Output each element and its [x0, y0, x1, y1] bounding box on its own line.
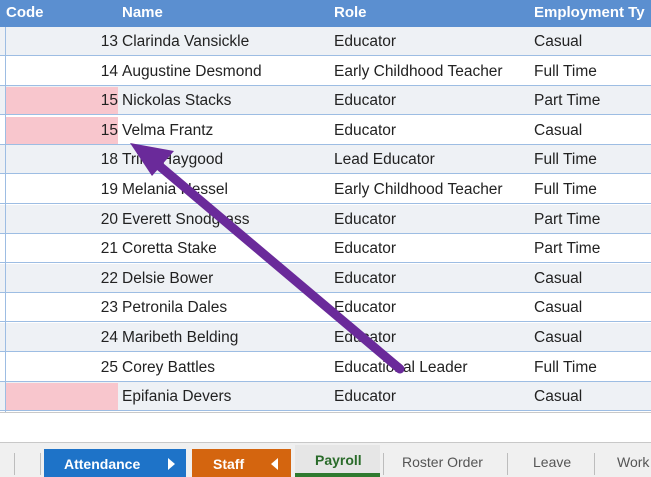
cell-role[interactable]: Educator — [334, 329, 396, 347]
cell-role[interactable]: Educator — [334, 270, 396, 288]
table-row[interactable]: 13 Clarinda Vansickle Educator Casual — [0, 27, 651, 56]
tab-staff[interactable]: Staff — [192, 449, 291, 477]
tab-separator — [40, 453, 41, 475]
cell-employment-type[interactable]: Full Time — [534, 151, 597, 169]
cell-name[interactable]: Trina Haygood — [122, 151, 223, 169]
cell-employment-type[interactable]: Part Time — [534, 240, 600, 258]
triangle-right-icon — [168, 458, 175, 470]
cell-employment-type[interactable]: Casual — [534, 299, 582, 317]
cell-code[interactable]: 25 — [6, 359, 118, 377]
cell-role[interactable]: Educator — [334, 299, 396, 317]
sheet-tab-bar: Attendance Staff Payroll Roster Order Le… — [0, 442, 651, 477]
tab-attendance[interactable]: Attendance — [44, 449, 186, 477]
tab-staff-label: Staff — [213, 456, 245, 472]
tab-payroll-label: Payroll — [315, 452, 362, 468]
table-row[interactable]: 15 Velma Frantz Educator Casual — [0, 115, 651, 145]
cell-code[interactable]: 19 — [6, 181, 118, 199]
grid-left-border — [5, 27, 6, 412]
tab-separator — [383, 453, 384, 475]
header-role[interactable]: Role — [334, 4, 367, 21]
cell-name[interactable]: Coretta Stake — [122, 240, 217, 258]
cell-role[interactable]: Educational Leader — [334, 359, 468, 377]
cell-code[interactable]: 21 — [6, 240, 118, 258]
cell-role[interactable]: Educator — [334, 33, 396, 51]
cell-code[interactable]: 22 — [6, 270, 118, 288]
tab-attendance-label: Attendance — [64, 456, 141, 472]
tab-payroll[interactable]: Payroll — [295, 445, 380, 477]
cell-employment-type[interactable]: Full Time — [534, 181, 597, 199]
cell-name[interactable]: Corey Battles — [122, 359, 215, 377]
cell-role[interactable]: Educator — [334, 211, 396, 229]
tab-leave-label: Leave — [533, 454, 572, 470]
cell-name[interactable]: Delsie Bower — [122, 270, 213, 288]
cell-employment-type[interactable]: Casual — [534, 33, 582, 51]
header-code[interactable]: Code — [6, 4, 44, 21]
cell-name[interactable]: Velma Frantz — [122, 122, 213, 140]
table-header-row: Code Name Role Employment Ty — [0, 0, 651, 27]
tab-roster-order-label: Roster Order — [402, 454, 483, 470]
header-name[interactable]: Name — [122, 4, 163, 21]
cell-name[interactable]: Maribeth Belding — [122, 329, 238, 347]
table-row[interactable]: 19 Melania Hessel Early Childhood Teacher F… — [0, 175, 651, 204]
cell-name[interactable]: Epifania Devers — [122, 388, 231, 406]
cell-employment-type[interactable]: Part Time — [534, 92, 600, 110]
triangle-left-icon — [271, 458, 278, 470]
tab-separator — [594, 453, 595, 475]
tab-separator — [507, 453, 508, 475]
cell-name[interactable]: Augustine Desmond — [122, 63, 262, 81]
table-row[interactable]: 18 Trina Haygood Lead Educator Full Time — [0, 145, 651, 175]
spreadsheet-grid: Code Name Role Employment Ty 13 Clarinda … — [0, 0, 651, 414]
table-row[interactable]: 21 Coretta Stake Educator Part Time — [0, 234, 651, 264]
tab-separator — [14, 453, 15, 475]
cell-employment-type[interactable]: Casual — [534, 329, 582, 347]
cell-name[interactable]: Petronila Dales — [122, 299, 227, 317]
cell-code[interactable]: 13 — [6, 33, 118, 51]
table-row[interactable]: 14 Augustine Desmond Early Childhood Teach… — [0, 56, 651, 86]
cell-name[interactable]: Everett Snodgrass — [122, 211, 250, 229]
cell-role[interactable]: Educator — [334, 388, 396, 406]
cell-role[interactable]: Educator — [334, 240, 396, 258]
tab-work-label: Work — [617, 454, 650, 470]
cell-code[interactable]: 14 — [6, 63, 118, 81]
cell-role[interactable]: Lead Educator — [334, 151, 435, 169]
cell-employment-type[interactable]: Full Time — [534, 359, 597, 377]
cell-name[interactable]: Nickolas Stacks — [122, 92, 231, 110]
cell-name[interactable]: Clarinda Vansickle — [122, 33, 249, 51]
cell-code[interactable]: 15 — [6, 92, 118, 110]
cell-role[interactable]: Educator — [334, 92, 396, 110]
cell-employment-type[interactable]: Full Time — [534, 63, 597, 81]
table-row[interactable]: 22 Delsie Bower Educator Casual — [0, 263, 651, 293]
cell-code[interactable]: 15 — [6, 122, 118, 140]
cell-employment-type[interactable]: Part Time — [534, 211, 600, 229]
flag-highlight — [6, 383, 118, 411]
table-row[interactable]: 15 Nickolas Stacks Educator Part Time — [0, 86, 651, 116]
table-row[interactable]: Epifania Devers Educator Casual — [0, 382, 651, 412]
cell-role[interactable]: Early Childhood Teacher — [334, 63, 503, 81]
header-employment-type[interactable]: Employment Ty — [534, 4, 645, 21]
cell-employment-type[interactable]: Casual — [534, 122, 582, 140]
cell-code[interactable]: 20 — [6, 211, 118, 229]
table-row[interactable]: 20 Everett Snodgrass Educator Part Time — [0, 204, 651, 234]
cell-employment-type[interactable]: Casual — [534, 388, 582, 406]
cell-role[interactable]: Educator — [334, 122, 396, 140]
table-row[interactable]: 23 Petronila Dales Educator Casual — [0, 293, 651, 323]
table-row[interactable]: 25 Corey Battles Educational Leader Full Ti… — [0, 352, 651, 382]
empty-sheet-area[interactable] — [0, 412, 651, 443]
cell-role[interactable]: Early Childhood Teacher — [334, 181, 503, 199]
cell-code[interactable]: 23 — [6, 299, 118, 317]
cell-name[interactable]: Melania Hessel — [122, 181, 228, 199]
table-row[interactable]: 24 Maribeth Belding Educator Casual — [0, 323, 651, 352]
cell-code[interactable]: 18 — [6, 151, 118, 169]
cell-code[interactable]: 24 — [6, 329, 118, 347]
cell-employment-type[interactable]: Casual — [534, 270, 582, 288]
